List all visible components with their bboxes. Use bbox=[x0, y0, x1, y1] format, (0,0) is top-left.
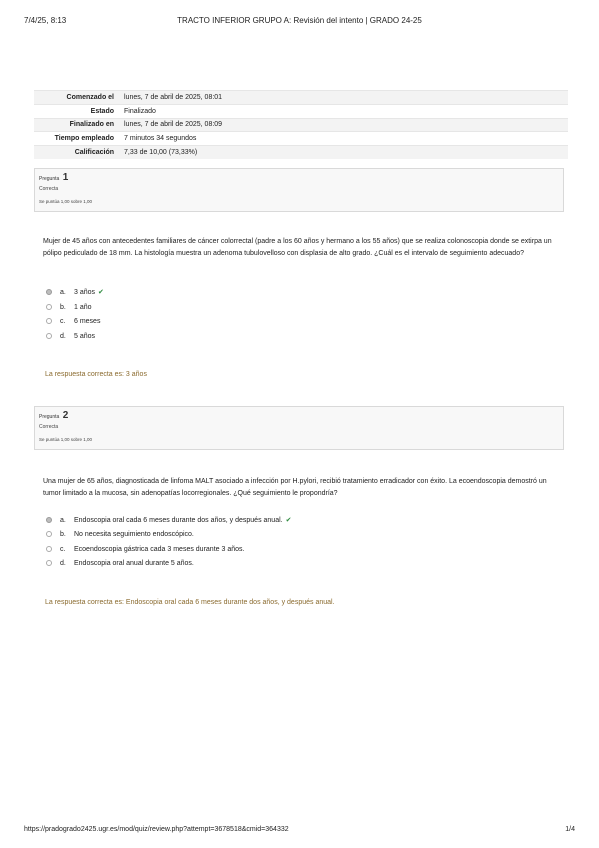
option-text: 3 años bbox=[74, 289, 96, 296]
radio-button[interactable] bbox=[46, 304, 52, 310]
question-number: Pregunta 2 bbox=[39, 410, 559, 423]
question-2-right-answer: La respuesta correcta es: Endoscopia ora… bbox=[45, 599, 335, 606]
option-letter: d. bbox=[60, 333, 66, 340]
radio-button[interactable] bbox=[46, 333, 52, 339]
print-title: TRACTO INFERIOR GRUPO A: Revisión del in… bbox=[177, 16, 422, 25]
question-grade: Se puntúa 1,00 sobre 1,00 bbox=[39, 199, 93, 204]
option-letter: a. bbox=[60, 517, 66, 524]
option-letter: d. bbox=[60, 560, 66, 567]
summary-row-started: Comenzado el lunes, 7 de abril de 2025, … bbox=[34, 90, 568, 105]
option-letter: a. bbox=[60, 289, 66, 296]
summary-row-state: Estado Finalizado bbox=[34, 103, 568, 119]
summary-value: lunes, 7 de abril de 2025, 08:09 bbox=[120, 117, 568, 132]
summary-label: Tiempo empleado bbox=[34, 131, 120, 146]
summary-value: Finalizado bbox=[120, 103, 568, 119]
radio-button[interactable] bbox=[46, 517, 52, 523]
question-label: Pregunta bbox=[39, 176, 60, 182]
print-page-number: 1/4 bbox=[565, 826, 575, 833]
summary-row-finished: Finalizado en lunes, 7 de abril de 2025,… bbox=[34, 117, 568, 132]
option-text: No necesita seguimiento endoscópico. bbox=[74, 531, 194, 538]
option-letter: c. bbox=[60, 546, 66, 553]
question-number-value: 2 bbox=[62, 410, 69, 421]
print-url: https://pradogrado2425.ugr.es/mod/quiz/r… bbox=[24, 826, 289, 833]
option-text: 6 meses bbox=[74, 318, 101, 325]
question-state: Correcta bbox=[39, 424, 59, 430]
question-grade: Se puntúa 1,00 sobre 1,00 bbox=[39, 437, 93, 442]
option-letter: c. bbox=[60, 318, 66, 325]
question-1-text: Mujer de 45 años con antecedentes famili… bbox=[43, 238, 552, 257]
summary-value: lunes, 7 de abril de 2025, 08:01 bbox=[120, 90, 568, 105]
radio-button[interactable] bbox=[46, 289, 52, 295]
option-letter: b. bbox=[60, 531, 66, 538]
question-number-value: 1 bbox=[62, 172, 69, 183]
radio-button[interactable] bbox=[46, 546, 52, 552]
option-text: 5 años bbox=[74, 333, 96, 340]
summary-value: 7 minutos 34 segundos bbox=[120, 131, 568, 146]
attempt-summary-table: Comenzado el lunes, 7 de abril de 2025, … bbox=[34, 90, 568, 160]
option-letter: b. bbox=[60, 304, 66, 311]
question-2-option-b[interactable]: b. No necesita seguimiento endoscópico. bbox=[46, 529, 194, 541]
question-1-right-answer: La respuesta correcta es: 3 años bbox=[45, 371, 147, 378]
summary-label: Comenzado el bbox=[34, 90, 120, 105]
question-2-option-a[interactable]: a. Endoscopia oral cada 6 meses durante d… bbox=[46, 515, 291, 527]
summary-row-time: Tiempo empleado 7 minutos 34 segundos bbox=[34, 131, 568, 146]
option-text: 1 año bbox=[74, 304, 92, 311]
question-1-option-c[interactable]: c. 6 meses bbox=[46, 316, 100, 328]
question-label: Pregunta bbox=[39, 414, 60, 420]
summary-label: Finalizado en bbox=[34, 117, 120, 132]
question-1-option-d[interactable]: d. 5 años bbox=[46, 331, 95, 343]
question-2-info: Pregunta 2 Correcta Se puntúa 1,00 sobre… bbox=[34, 406, 564, 450]
option-text: Endoscopia oral anual durante 5 años. bbox=[74, 560, 194, 567]
summary-value: 7,33 de 10,00 (73,33%) bbox=[120, 145, 568, 160]
check-icon: ✔ bbox=[98, 289, 104, 296]
question-2-option-c[interactable]: c. Ecoendoscopia gástrica cada 3 meses du… bbox=[46, 544, 244, 556]
question-1-option-a[interactable]: a. 3 años ✔ bbox=[46, 287, 104, 299]
question-state: Correcta bbox=[39, 186, 59, 192]
question-1-info: Pregunta 1 Correcta Se puntúa 1,00 sobre… bbox=[34, 168, 564, 212]
question-number: Pregunta 1 bbox=[39, 172, 559, 185]
check-icon: ✔ bbox=[285, 517, 292, 524]
question-2-text: Una mujer de 65 años, diagnosticada de l… bbox=[43, 478, 547, 497]
question-1-option-b[interactable]: b. 1 año bbox=[46, 302, 92, 314]
option-text: Ecoendoscopia gástrica cada 3 meses dura… bbox=[74, 546, 245, 553]
summary-row-grade: Calificación 7,33 de 10,00 (73,33%) bbox=[34, 145, 568, 160]
option-text: Endoscopia oral cada 6 meses durante dos… bbox=[74, 517, 283, 524]
question-2-option-d[interactable]: d. Endoscopia oral anual durante 5 años. bbox=[46, 558, 194, 570]
summary-label: Calificación bbox=[34, 145, 120, 160]
radio-button[interactable] bbox=[46, 560, 52, 566]
radio-button[interactable] bbox=[46, 318, 52, 324]
summary-label: Estado bbox=[34, 103, 120, 119]
radio-button[interactable] bbox=[46, 531, 52, 537]
